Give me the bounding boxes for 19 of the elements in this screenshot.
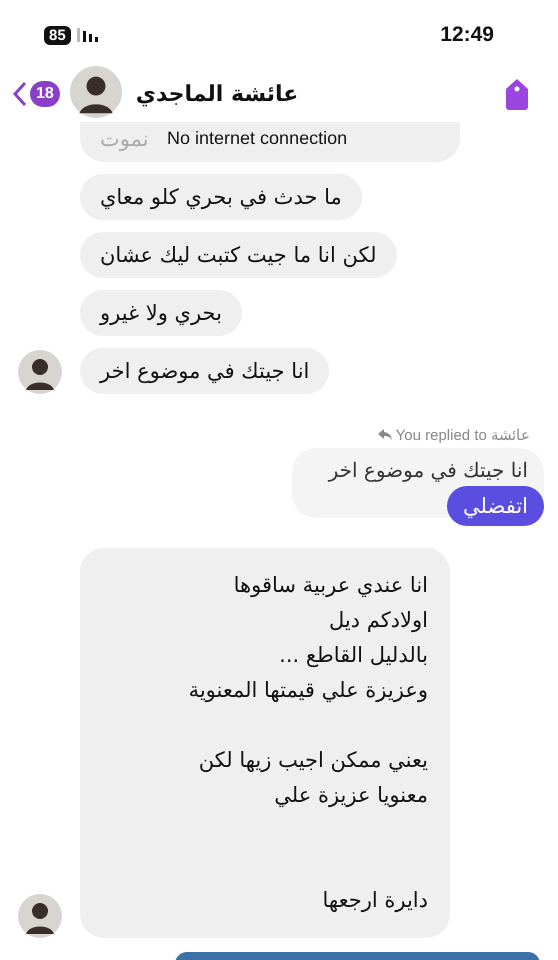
message-bubble: انا عندي عربية ساقوها اولادكم ديل بالدليل القاطع ... وعزيزة علي قيمتها المعنوية يعني ممكن اجيب زيها لكن معنويا عزيزة علي دايرة ارجعها [80,548,450,938]
reply-icon [378,429,392,441]
message-bubble: انا جيتك في موضوع اخر [80,348,330,394]
contact-name: عائشة الماجدي [136,82,298,106]
sent-message: اتفضلي [447,486,544,526]
avatar[interactable] [70,66,122,118]
battery-level: 85 [44,26,71,44]
signal-icon [76,28,99,42]
message-bubble: ما حدث في بحري كلو معاي [80,174,362,220]
reply-text: You replied to عائشة [396,426,530,444]
message-bubble: بحري ولا غيرو [80,290,242,336]
tag-icon[interactable] [504,77,530,111]
chevron-left-icon [12,81,28,107]
avatar [18,894,62,938]
message-bubble: لكن انا ما جيت كتبت ليك عشان [80,232,397,278]
clock-time: 12:49 [440,23,494,47]
back-button[interactable]: 18 [12,81,60,107]
unread-count: 18 [30,81,60,107]
avatar [18,350,62,394]
